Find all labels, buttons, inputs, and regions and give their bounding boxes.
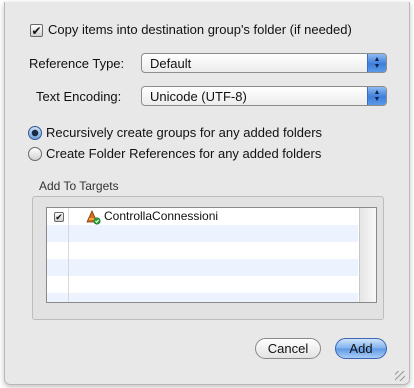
add-button[interactable]: Add xyxy=(335,338,387,359)
checkmark-icon: ✔ xyxy=(31,23,42,38)
table-row[interactable]: ✔ ControllaConnessioni xyxy=(47,208,358,225)
target-name: ControllaConnessioni xyxy=(104,209,219,223)
table-row xyxy=(47,225,358,242)
targets-table[interactable]: ✔ ControllaConnessioni xyxy=(46,207,377,303)
folder-references-radio[interactable] xyxy=(28,147,42,161)
table-row xyxy=(47,293,358,302)
copy-items-label: Copy items into destination group's fold… xyxy=(48,22,352,37)
recursive-groups-label: Recursively create groups for any added … xyxy=(46,125,323,140)
reference-type-popup[interactable]: Default ▲ ▼ xyxy=(141,53,387,73)
reference-type-value: Default xyxy=(150,55,192,71)
copy-items-checkbox[interactable]: ✔ xyxy=(30,24,43,37)
popup-arrows-icon: ▲ ▼ xyxy=(367,87,386,105)
app-target-icon xyxy=(85,209,101,225)
popup-arrows-icon: ▲ ▼ xyxy=(367,54,386,72)
column-divider xyxy=(68,208,69,302)
resize-grip-icon[interactable] xyxy=(395,371,405,381)
recursive-groups-radio[interactable] xyxy=(28,126,42,140)
targets-title: Add To Targets xyxy=(39,179,119,193)
table-row xyxy=(47,242,358,259)
text-encoding-popup[interactable]: Unicode (UTF-8) ▲ ▼ xyxy=(141,86,387,106)
reference-type-label: Reference Type: xyxy=(29,56,125,71)
cancel-button[interactable]: Cancel xyxy=(255,338,321,359)
checkmark-icon: ✔ xyxy=(55,211,63,222)
vertical-scrollbar[interactable] xyxy=(359,208,376,302)
target-checkbox[interactable]: ✔ xyxy=(54,212,64,222)
text-encoding-value: Unicode (UTF-8) xyxy=(150,88,247,104)
folder-references-label: Create Folder References for any added f… xyxy=(46,146,322,161)
table-row xyxy=(47,276,358,293)
table-row xyxy=(47,259,358,276)
text-encoding-label: Text Encoding: xyxy=(36,89,122,104)
add-files-sheet: ✔ Copy items into destination group's fo… xyxy=(4,2,410,385)
